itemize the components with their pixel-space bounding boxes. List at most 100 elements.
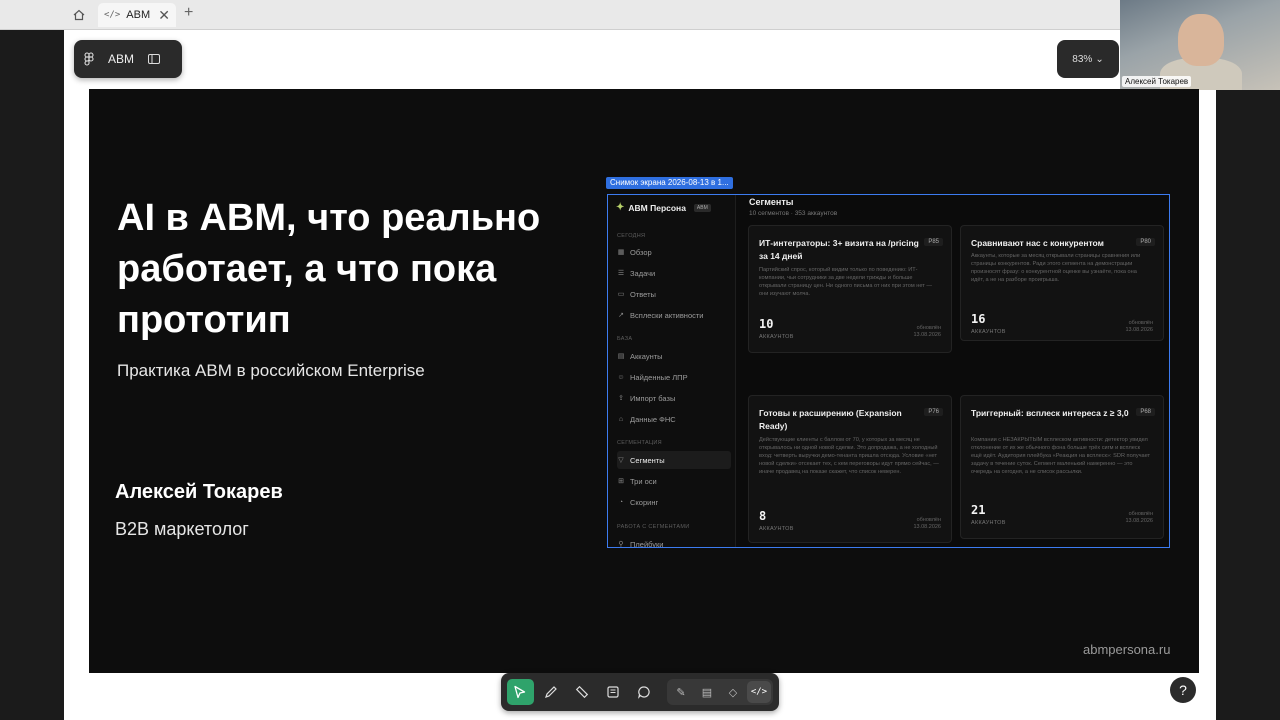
bank-icon: ⌂ <box>618 415 624 423</box>
sidebar-toggle-icon[interactable] <box>148 54 161 64</box>
segment-card[interactable]: Сравнивают нас с конкурентом P80 Аккаунт… <box>960 225 1164 341</box>
account-label: АККАУНТОВ <box>971 520 1006 526</box>
cursor-icon <box>514 685 526 699</box>
playbook-icon: ⚲ <box>618 541 624 548</box>
updated-date: 13.08.2026 <box>1125 518 1153 524</box>
sidebar-item-playbooks[interactable]: ⚲ Плейбуки <box>617 535 731 548</box>
sidebar-item-fns[interactable]: ⌂ Данные ФНС <box>617 410 731 428</box>
webcam-name: Алексей Токарев <box>1122 76 1192 87</box>
sidebar-item-label: Найденные ЛПР <box>630 372 688 382</box>
dev-mode-button[interactable]: </> <box>746 681 771 703</box>
updated-date: 13.08.2026 <box>1125 327 1153 333</box>
score-icon: ◔ <box>618 498 624 506</box>
sidebar-item-scoring[interactable]: ◔ Скоринг <box>617 493 731 511</box>
axes-icon: ⊞ <box>618 478 624 485</box>
section-base: БАЗА <box>617 336 633 342</box>
figma-icon <box>84 52 94 66</box>
sidebar-item-label: Скоринг <box>630 497 659 507</box>
chevron-down-icon: ⌄ <box>1095 53 1104 65</box>
draw-icon: ✎ <box>676 686 686 699</box>
file-pill[interactable]: ABM <box>74 40 182 78</box>
comment-tool-button[interactable] <box>630 679 657 705</box>
card-title: Готовы к расширению (Expansion Ready) <box>759 408 902 431</box>
draw-mode-button[interactable]: ✎ <box>669 681 693 703</box>
sidebar-item-accounts[interactable]: ▤ Аккаунты <box>617 347 731 365</box>
sidebar-item-label: Задачи <box>630 268 656 278</box>
left-dark-margin <box>0 30 64 720</box>
brand-name: ABM Персона <box>628 202 686 213</box>
inbox-icon: ▭ <box>617 291 625 298</box>
sidebar-item-label: Плейбуки <box>630 539 664 548</box>
pen-icon <box>545 686 558 698</box>
account-count: 10 <box>759 317 774 331</box>
card-title: Сравнивают нас с конкурентом <box>971 238 1104 248</box>
mode-toggle-group: ✎ ▤ ◇ </> <box>666 679 773 705</box>
sparkle-icon: ✦ <box>616 202 625 213</box>
priority-badge: P68 <box>1136 408 1155 416</box>
layout-icon: ▤ <box>701 686 713 699</box>
file-name: ABM <box>108 52 135 66</box>
sidebar-item-label: Данные ФНС <box>630 414 676 424</box>
code-icon: </> <box>104 10 121 20</box>
updated-date: 13.08.2026 <box>913 332 941 338</box>
pen-tool-button[interactable] <box>538 679 565 705</box>
card-description: Действующие клиенты с баллом от 70, у ко… <box>759 437 939 475</box>
updated-date: 13.08.2026 <box>913 524 941 530</box>
author-role: B2B маркетолог <box>115 519 249 539</box>
text-tool-button[interactable] <box>599 679 626 705</box>
sidebar-item-answers[interactable]: ▭ Ответы <box>617 285 731 303</box>
screenshot-label[interactable]: Снимок экрана 2026-08-13 в 1... <box>606 177 733 189</box>
close-icon[interactable]: ✕ <box>158 8 170 22</box>
updated-info: обновлён 13.08.2026 <box>913 517 941 531</box>
section-work: РАБОТА С СЕГМЕНТАМИ <box>617 524 690 530</box>
sidebar-item-axes[interactable]: ⊞ Три оси <box>617 472 731 490</box>
filter-icon: ▽ <box>618 457 624 464</box>
home-icon <box>73 9 85 21</box>
component-mode-button[interactable]: ◇ <box>721 681 745 703</box>
zoom-control[interactable]: 83% ⌄ <box>1057 40 1119 78</box>
updated-info: обновлён 13.08.2026 <box>1125 320 1153 334</box>
segment-card[interactable]: Триггерный: всплеск интереса z ≥ 3,0 P68… <box>960 395 1164 539</box>
home-button[interactable] <box>68 6 90 24</box>
slide: AI в ABM, что реально работает, а что по… <box>89 89 1199 673</box>
account-count: 16 <box>971 312 986 326</box>
embedded-screenshot[interactable]: ✦ ABM Персона ABM СЕГОДНЯ ▦ Обзор ☰ Задачи… <box>607 194 1170 548</box>
brand-tag: ABM <box>693 203 711 212</box>
sidebar-item-found[interactable]: ☺ Найденные ЛПР <box>617 368 731 386</box>
account-label: АККАУНТОВ <box>971 329 1006 335</box>
updated-label: обновлён <box>916 325 941 331</box>
account-count: 8 <box>759 509 767 523</box>
upload-icon: ⇪ <box>618 395 624 402</box>
segments-header: Сегменты <box>749 197 794 207</box>
select-tool-button[interactable] <box>507 679 534 705</box>
layout-mode-button[interactable]: ▤ <box>695 681 719 703</box>
section-today: СЕГОДНЯ <box>617 233 646 239</box>
sidebar-item-segments[interactable]: ▽ Сегменты <box>617 451 731 469</box>
new-tab-button[interactable]: + <box>184 4 193 22</box>
comment-icon <box>637 686 650 699</box>
slide-subtitle: Практика ABM в российском Enterprise <box>117 361 425 380</box>
code-icon: </> <box>750 687 768 697</box>
sidebar-item-spikes[interactable]: ↗ Всплески активности <box>617 306 731 324</box>
help-button[interactable]: ? <box>1170 677 1196 703</box>
tab-abm[interactable]: </> ABM ✕ <box>98 3 176 27</box>
sidebar-item-label: Импорт базы <box>630 393 676 403</box>
sidebar-item-import[interactable]: ⇪ Импорт базы <box>617 389 731 407</box>
segment-card[interactable]: Готовы к расширению (Expansion Ready) P7… <box>748 395 952 543</box>
account-count: 21 <box>971 503 986 517</box>
card-description: Партийский спрос, который видим только п… <box>759 267 932 297</box>
sidebar-item-label: Ответы <box>630 289 656 299</box>
priority-badge: P76 <box>924 408 943 416</box>
building-icon: ▤ <box>617 353 625 360</box>
site-url: abmpersona.ru <box>1083 642 1171 657</box>
webcam-overlay: Алексей Токарев <box>1120 0 1280 90</box>
card-title: Триггерный: всплеск интереса z ≥ 3,0 <box>971 408 1129 418</box>
list-icon: ☰ <box>617 270 625 277</box>
diamond-icon: ◇ <box>728 686 738 699</box>
segment-card[interactable]: ИТ-интеграторы: 3+ визита на /pricing за… <box>748 225 952 353</box>
brand: ✦ ABM Персона ABM <box>616 202 711 213</box>
ruler-tool-button[interactable] <box>569 679 596 705</box>
sidebar-item-overview[interactable]: ▦ Обзор <box>617 243 731 261</box>
sidebar-item-tasks[interactable]: ☰ Задачи <box>617 264 731 282</box>
updated-label: обновлён <box>916 517 941 523</box>
